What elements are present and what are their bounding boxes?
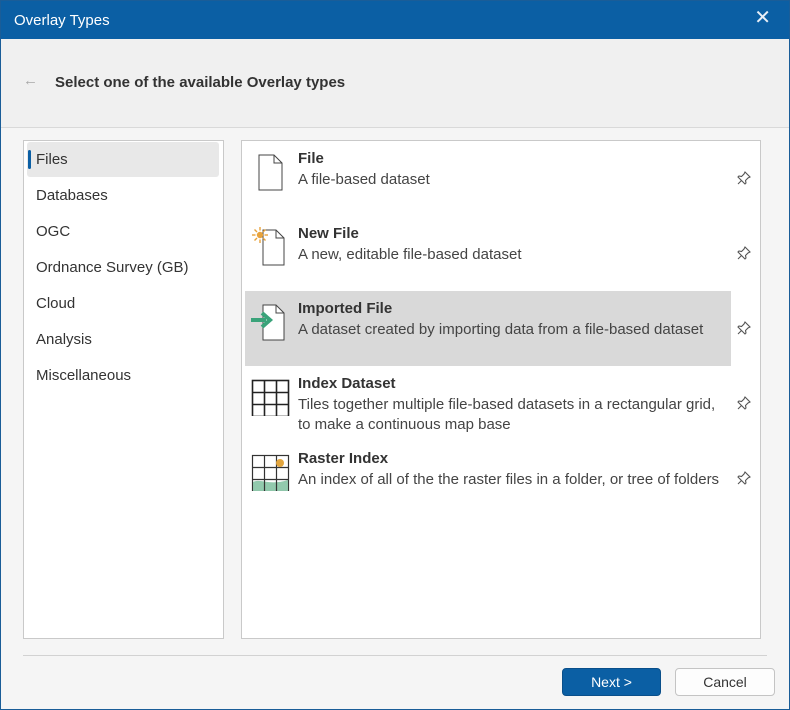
close-icon[interactable]: ✕: [754, 5, 771, 30]
file-icon: [249, 149, 291, 191]
overlay-item-new-file[interactable]: New File A new, editable file-based data…: [245, 216, 731, 291]
overlay-item-index-dataset[interactable]: Index Dataset Tiles together multiple fi…: [245, 366, 731, 441]
category-analysis[interactable]: Analysis: [27, 322, 219, 357]
category-label: Miscellaneous: [36, 367, 132, 384]
overlay-name: File: [298, 150, 324, 167]
pin-icon[interactable]: [736, 320, 752, 336]
category-label: Files: [36, 151, 68, 168]
category-label: Ordnance Survey (GB): [36, 259, 189, 276]
title-bar: Overlay Types ✕: [1, 1, 789, 39]
category-databases[interactable]: Databases: [27, 178, 219, 213]
overlay-description: A dataset created by importing data from…: [298, 321, 704, 338]
imported-file-icon: [249, 299, 291, 341]
back-arrow-icon[interactable]: ←: [23, 72, 38, 89]
pin-icon[interactable]: [736, 245, 752, 261]
overlay-item-file[interactable]: File A file-based dataset: [245, 141, 731, 216]
overlay-description: A file-based dataset: [298, 171, 430, 188]
overlay-type-list: File A file-based dataset New File A new…: [241, 140, 761, 639]
dialog-header: ← Select one of the available Overlay ty…: [1, 39, 789, 128]
category-files[interactable]: Files: [27, 142, 219, 177]
overlay-description: A new, editable file-based dataset: [298, 246, 522, 263]
overlay-name: New File: [298, 225, 359, 242]
category-label: Analysis: [36, 331, 92, 348]
index-grid-icon: [249, 374, 291, 418]
category-label: Databases: [36, 187, 108, 204]
pin-icon[interactable]: [736, 170, 752, 186]
pin-icon[interactable]: [736, 470, 752, 486]
category-label: Cloud: [36, 295, 76, 312]
overlay-name: Imported File: [298, 300, 393, 317]
category-label: OGC: [36, 223, 71, 240]
overlay-description: Tiles together multiple file-based datas…: [298, 396, 716, 433]
overlay-item-imported-file[interactable]: Imported File A dataset created by impor…: [245, 291, 731, 366]
cancel-button[interactable]: Cancel: [675, 668, 775, 696]
window-title: Overlay Types: [14, 12, 110, 29]
category-miscellaneous[interactable]: Miscellaneous: [27, 358, 219, 393]
overlay-item-raster-index[interactable]: Raster Index An index of all of the the …: [245, 441, 731, 516]
footer-divider: [23, 655, 767, 656]
category-ordnance-survey[interactable]: Ordnance Survey (GB): [27, 250, 219, 285]
overlay-description: An index of all of the the raster files …: [298, 471, 720, 488]
category-cloud[interactable]: Cloud: [27, 286, 219, 321]
raster-index-icon: [249, 449, 291, 493]
overlay-name: Index Dataset: [298, 375, 396, 392]
next-button[interactable]: Next >: [562, 668, 661, 696]
pin-icon[interactable]: [736, 395, 752, 411]
category-list: Files Databases OGC Ordnance Survey (GB)…: [23, 140, 224, 639]
selection-marker: [28, 150, 31, 169]
dialog-body: Files Databases OGC Ordnance Survey (GB)…: [1, 128, 789, 709]
category-ogc[interactable]: OGC: [27, 214, 219, 249]
new-file-icon: [249, 224, 291, 266]
overlay-name: Raster Index: [298, 450, 389, 467]
overlay-types-dialog: Overlay Types ✕ ← Select one of the avai…: [0, 0, 790, 710]
page-heading: Select one of the available Overlay type…: [55, 74, 346, 91]
